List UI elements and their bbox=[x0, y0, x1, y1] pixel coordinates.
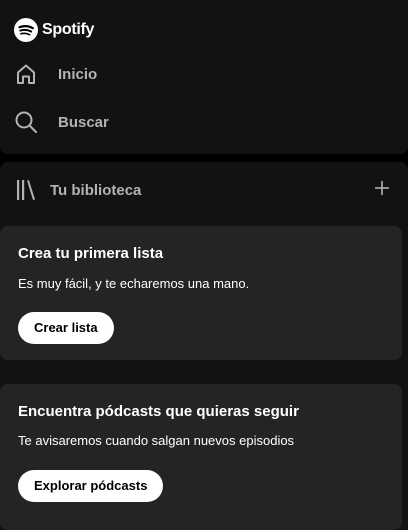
nav-item-search[interactable]: Buscar bbox=[14, 108, 109, 136]
plus-icon bbox=[374, 180, 390, 201]
library-title[interactable]: Tu biblioteca bbox=[50, 182, 141, 199]
library-panel: Tu biblioteca Crea tu primera lista Es m… bbox=[0, 162, 408, 530]
nav-panel: Spotify Inicio Buscar bbox=[0, 0, 408, 154]
card-text: Te avisaremos cuando salgan nuevos episo… bbox=[18, 433, 295, 448]
nav-item-label: Inicio bbox=[58, 65, 98, 83]
search-icon bbox=[14, 110, 38, 134]
create-playlist-button[interactable] bbox=[370, 178, 394, 202]
library-icon[interactable] bbox=[14, 178, 38, 202]
library-header: Tu biblioteca bbox=[14, 178, 394, 202]
podcasts-card: Encuentra pódcasts que quieras seguir Te… bbox=[0, 384, 402, 530]
spotify-logo-icon bbox=[14, 18, 38, 42]
card-title: Encuentra pódcasts que quieras seguir bbox=[18, 403, 299, 420]
create-playlist-cta-button[interactable]: Crear lista bbox=[18, 312, 114, 344]
browse-podcasts-button[interactable]: Explorar pódcasts bbox=[18, 470, 164, 502]
card-text: Es muy fácil, y te echaremos una mano. bbox=[18, 276, 250, 291]
spotify-wordmark: Spotify bbox=[42, 21, 95, 38]
create-playlist-card: Crea tu primera lista Es muy fácil, y te… bbox=[0, 226, 402, 360]
nav-item-label: Buscar bbox=[58, 113, 109, 131]
card-title: Crea tu primera lista bbox=[18, 245, 164, 262]
home-icon bbox=[14, 62, 38, 86]
spotify-logo[interactable]: Spotify bbox=[14, 18, 94, 42]
nav-item-home[interactable]: Inicio bbox=[14, 60, 97, 88]
